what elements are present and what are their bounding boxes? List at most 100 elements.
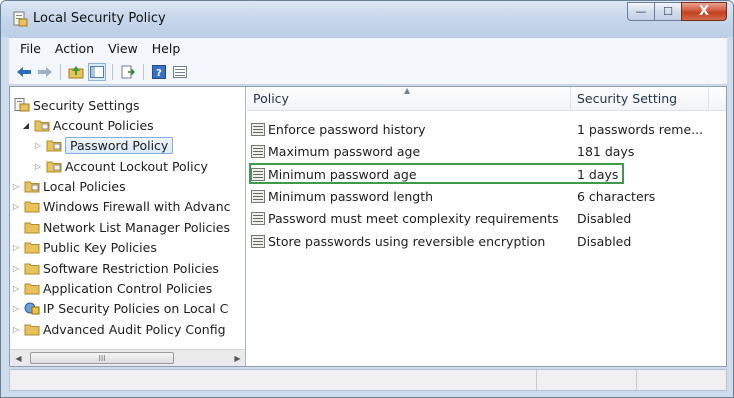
list-row[interactable]: Maximum password age 181 days [247,141,726,161]
scroll-thumb[interactable]: III [30,352,174,364]
toolbar: ? [9,59,727,85]
tree-item-label: Network List Manager Policies [43,219,230,235]
tree-item-label: Advanced Audit Policy Config [43,321,226,337]
menu-view[interactable]: View [101,41,145,56]
policy-icon [251,122,265,136]
expand-arrow-icon[interactable]: ▷ [10,243,22,252]
tree-item-ip-security[interactable]: ▷ IP Security Policies on Local C [10,298,228,318]
column-policy[interactable]: Policy ▲ [247,85,571,111]
tree-item-label: IP Security Policies on Local C [43,300,229,316]
expand-arrow-icon[interactable]: ▷ [10,202,22,211]
list-row[interactable]: Password must meet complexity requiremen… [247,208,726,228]
tree-item-account-policies[interactable]: ◢ Account Policies [20,115,154,135]
menu-bar: File Action View Help [9,37,727,59]
policy-icon [251,144,265,158]
help-button[interactable]: ? [150,63,168,81]
column-security-setting[interactable]: Security Setting [571,86,709,111]
status-segment [536,370,636,390]
close-button[interactable]: X [681,2,727,21]
tree-item-windows-firewall[interactable]: ▷ Windows Firewall with Advanc [10,196,231,216]
folder-icon [46,140,62,152]
status-segment [636,370,726,390]
scroll-right-icon[interactable]: ▶ [229,350,245,366]
policy-setting: 181 days [577,143,635,159]
tree-item-application-control[interactable]: ▷ Application Control Policies [10,278,212,298]
list-pane: Policy ▲ Security Setting Enforce passwo… [247,85,726,366]
svg-text:?: ? [156,68,162,79]
scroll-left-icon[interactable]: ◀ [10,350,27,366]
expand-arrow-icon[interactable]: ▷ [10,304,22,313]
policy-icon [251,234,265,248]
tree-item-label: Software Restriction Policies [43,260,219,276]
policy-name: Minimum password length [268,188,434,204]
security-settings-icon [14,98,30,112]
list-row[interactable]: Minimum password length 6 characters [247,186,726,206]
policy-setting: Disabled [577,210,632,226]
policy-name: Password must meet complexity requiremen… [268,210,559,226]
app-window: Local Security Policy — ☐ X File Action … [0,0,734,398]
maximize-button[interactable]: ☐ [654,2,681,21]
tree-item-advanced-audit[interactable]: ▷ Advanced Audit Policy Config [10,319,226,339]
menu-file[interactable]: File [13,41,48,56]
list-row[interactable]: Enforce password history 1 passwords rem… [247,119,726,139]
tree-root[interactable]: Security Settings [14,95,140,115]
toolbar-separator [143,63,144,80]
expand-arrow-icon[interactable]: ▷ [10,182,22,191]
expand-arrow-icon[interactable]: ▷ [32,162,44,171]
toolbar-separator [112,63,113,80]
tree-root-label: Security Settings [33,97,140,113]
policy-icon [251,189,265,203]
sort-ascending-icon: ▲ [404,85,411,95]
policy-name: Enforce password history [268,121,426,137]
tree-item-label: Local Policies [43,178,126,194]
column-header: Policy ▲ Security Setting [247,85,726,111]
tree-item-network-list-manager[interactable]: Network List Manager Policies [22,217,230,237]
folder-icon [24,201,40,213]
tree-horizontal-scrollbar[interactable]: ◀ III ▶ [10,349,245,366]
tree-item-label: Application Control Policies [43,280,213,296]
tree-item-account-lockout-policy[interactable]: ▷ Account Lockout Policy [32,156,208,176]
policy-setting: Disabled [577,233,632,249]
policy-setting: 6 characters [577,188,656,204]
expand-arrow-icon[interactable]: ▷ [10,284,22,293]
export-list-button[interactable] [119,63,137,81]
show-hide-tree-button[interactable] [88,62,106,81]
policy-setting: 1 passwords reme... [577,121,704,137]
up-folder-button[interactable] [67,63,85,81]
folder-icon [24,242,40,254]
minimize-button[interactable]: — [627,2,654,21]
tree-item-label: Password Policy [65,136,174,154]
expand-arrow-icon[interactable]: ▷ [32,141,44,150]
tree-item-label: Windows Firewall with Advanc [43,198,231,214]
forward-arrow-icon [38,66,52,77]
policy-icon [251,211,265,225]
menu-help[interactable]: Help [145,41,188,56]
list-row[interactable]: Store passwords using reversible encrypt… [247,231,726,251]
window-title: Local Security Policy [33,11,166,26]
selection-highlight [249,163,624,184]
menu-action[interactable]: Action [48,41,101,56]
folder-icon [24,283,40,295]
properties-button[interactable] [171,63,189,81]
tree-item-public-key-policies[interactable]: ▷ Public Key Policies [10,237,157,257]
security-policy-icon [13,11,28,27]
export-list-icon [121,65,135,78]
tree-item-password-policy[interactable]: ▷ Password Policy [32,135,174,155]
tree-item-software-restriction[interactable]: ▷ Software Restriction Policies [10,258,219,278]
collapse-arrow-icon[interactable]: ◢ [20,121,32,130]
back-button[interactable] [15,63,33,81]
properties-icon [173,65,187,78]
forward-button[interactable] [36,63,54,81]
up-folder-icon [68,65,84,78]
expand-arrow-icon[interactable]: ▷ [10,264,22,273]
tree-item-local-policies[interactable]: ▷ Local Policies [10,176,126,196]
help-icon: ? [152,64,166,79]
tree-item-label: Public Key Policies [43,239,157,255]
title-bar[interactable]: Local Security Policy — ☐ X [1,1,733,37]
policy-name: Maximum password age [268,143,421,159]
content-area: Security Settings ◢ Account Policies ▷ P… [9,86,727,367]
policy-name: Store passwords using reversible encrypt… [268,233,546,249]
caption-buttons: — ☐ X [627,2,727,22]
folder-icon [24,222,40,234]
expand-arrow-icon[interactable]: ▷ [10,325,22,334]
